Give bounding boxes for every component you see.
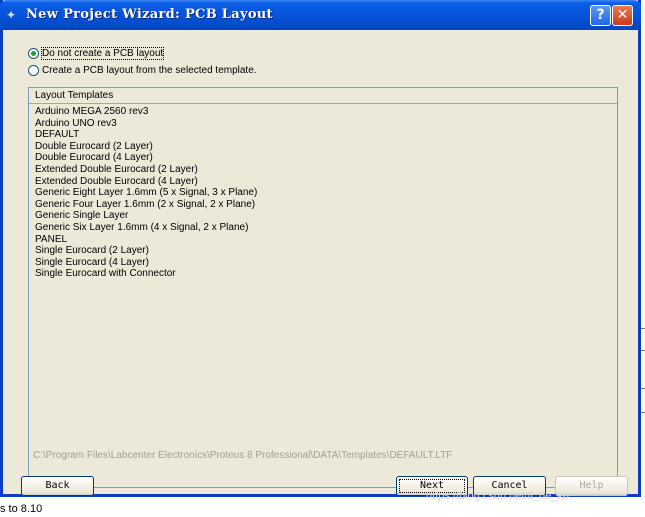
list-item[interactable]: Single Eurocard (2 Layer) (35, 245, 617, 257)
radio-create-from-template[interactable]: Create a PCB layout from the selected te… (28, 63, 257, 77)
list-item[interactable]: DEFAULT (35, 129, 617, 141)
radio-label[interactable]: Do not create a PCB layout (40, 46, 165, 60)
list-item[interactable]: Generic Eight Layer 1.6mm (5 x Signal, 3… (35, 187, 617, 199)
radio-label[interactable]: Create a PCB layout from the selected te… (42, 65, 257, 76)
list-item[interactable]: Extended Double Eurocard (4 Layer) (35, 176, 617, 188)
close-title-button[interactable]: ✕ (612, 5, 633, 26)
window-title: New Project Wizard: PCB Layout (26, 7, 273, 22)
list-item[interactable]: Double Eurocard (2 Layer) (35, 141, 617, 153)
radio-button-checked[interactable] (28, 47, 39, 59)
radio-button[interactable] (28, 64, 39, 76)
template-path: C:\Program Files\Labcenter Electronics\P… (33, 450, 453, 461)
new-project-wizard-dialog: ✦ New Project Wizard: PCB Layout ? ✕ Do … (0, 0, 641, 502)
back-button[interactable]: Back (21, 476, 94, 496)
list-item[interactable]: Double Eurocard (4 Layer) (35, 152, 617, 164)
background-text: s to 8.10 (0, 503, 43, 515)
list-item[interactable]: Generic Four Layer 1.6mm (2 x Signal, 2 … (35, 199, 617, 211)
list-item[interactable]: Single Eurocard with Connector (35, 268, 617, 280)
dialog-body: Do not create a PCB layout Create a PCB … (3, 30, 638, 502)
list-item[interactable]: Arduino UNO rev3 (35, 118, 617, 130)
layout-templates-list[interactable]: Layout Templates Arduino MEGA 2560 rev3 … (28, 87, 618, 488)
list-item[interactable]: PANEL (35, 234, 617, 246)
list-item[interactable]: Extended Double Eurocard (2 Layer) (35, 164, 617, 176)
help-title-button[interactable]: ? (590, 5, 611, 26)
list-item[interactable]: Arduino MEGA 2560 rev3 (35, 106, 617, 118)
wizard-icon: ✦ (6, 8, 17, 22)
radio-no-pcb-layout[interactable]: Do not create a PCB layout (28, 46, 165, 60)
list-item[interactable]: Generic Single Layer (35, 210, 617, 222)
title-bar[interactable]: ✦ New Project Wizard: PCB Layout ? ✕ (0, 0, 641, 30)
list-item[interactable]: Generic Six Layer 1.6mm (4 x Signal, 2 x… (35, 222, 617, 234)
list-header[interactable]: Layout Templates (29, 88, 617, 104)
list-item[interactable]: Single Eurocard (4 Layer) (35, 257, 617, 269)
watermark: https://blog.csdn.net/fl_de_ku (426, 490, 570, 502)
